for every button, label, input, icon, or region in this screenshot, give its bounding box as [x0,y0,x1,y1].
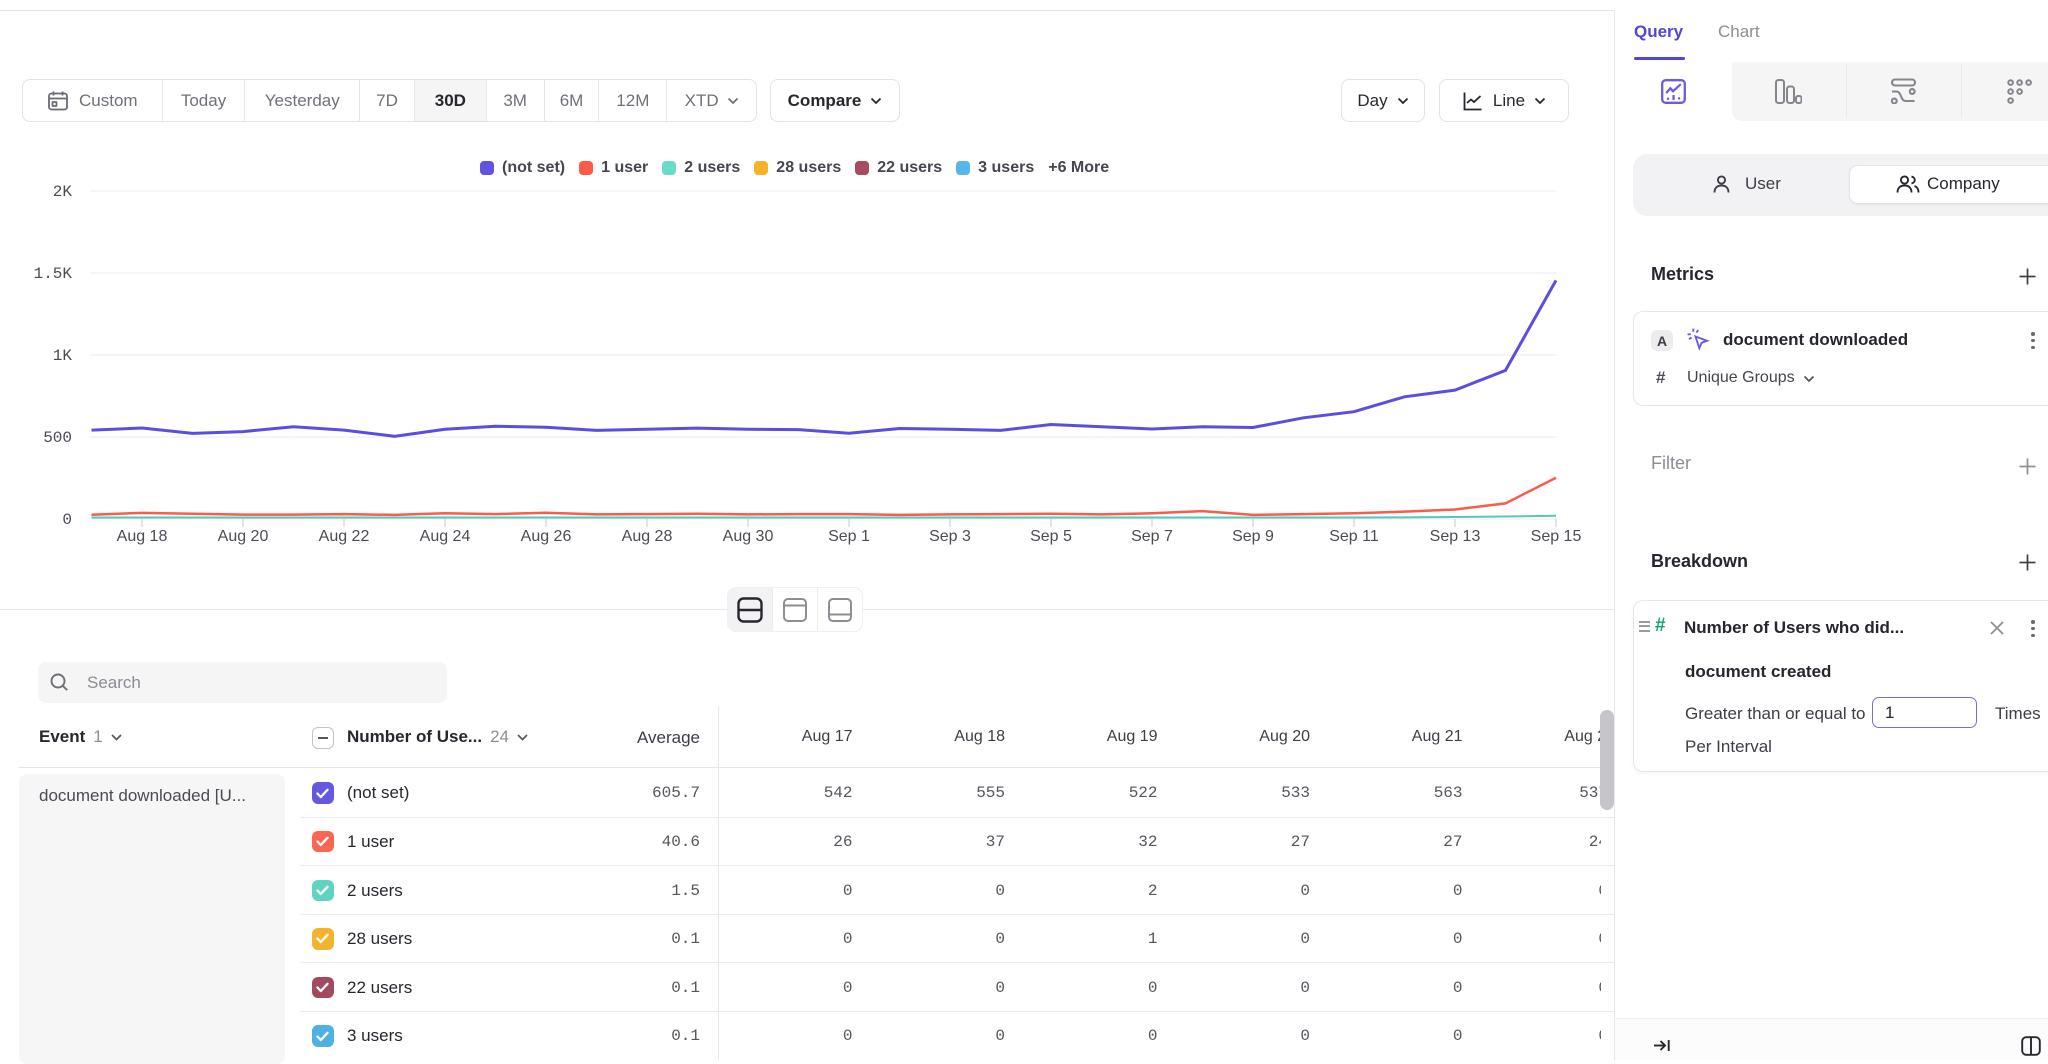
svg-text:0: 0 [62,511,72,529]
svg-text:Aug 20: Aug 20 [218,528,269,545]
svg-text:Aug 30: Aug 30 [723,528,774,545]
svg-text:Aug 26: Aug 26 [521,528,572,545]
svg-text:Aug 22: Aug 22 [319,528,370,545]
svg-text:Aug 28: Aug 28 [622,528,673,545]
svg-text:Sep 11: Sep 11 [1329,528,1379,545]
svg-text:Sep 7: Sep 7 [1131,528,1173,545]
svg-text:500: 500 [43,429,72,447]
svg-text:Aug 18: Aug 18 [117,528,168,545]
svg-text:1K: 1K [53,347,73,365]
svg-text:1.5K: 1.5K [34,265,73,283]
svg-text:Sep 3: Sep 3 [929,528,971,545]
svg-text:2K: 2K [53,183,73,201]
svg-text:Aug 24: Aug 24 [420,528,471,545]
svg-text:Sep 9: Sep 9 [1232,528,1274,545]
svg-text:Sep 1: Sep 1 [828,528,870,545]
svg-text:Sep 15: Sep 15 [1531,528,1582,545]
svg-text:Sep 5: Sep 5 [1030,528,1072,545]
svg-text:Sep 13: Sep 13 [1430,528,1481,545]
